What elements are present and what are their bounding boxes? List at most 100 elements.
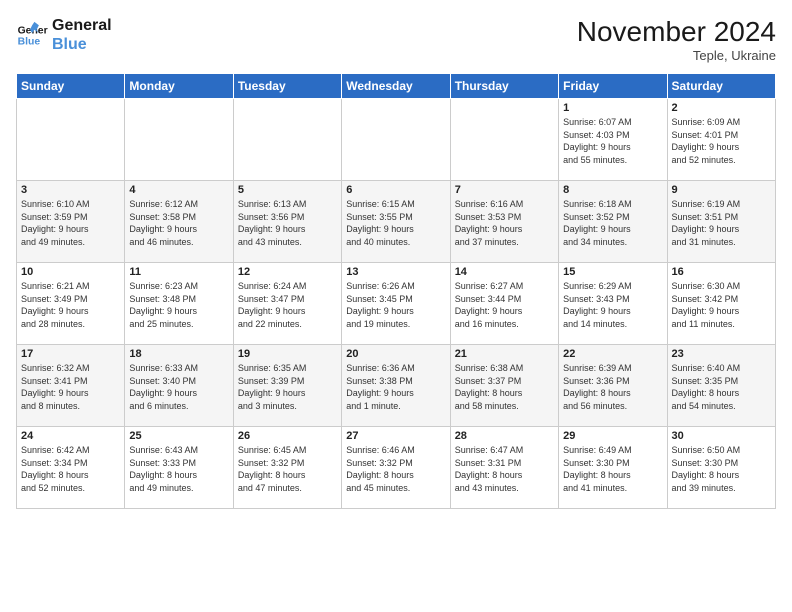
- col-friday: Friday: [559, 74, 667, 99]
- col-thursday: Thursday: [450, 74, 558, 99]
- day-number: 6: [346, 184, 445, 196]
- day-number: 21: [455, 348, 554, 360]
- day-info: Sunrise: 6:42 AM Sunset: 3:34 PM Dayligh…: [21, 444, 120, 494]
- day-number: 16: [672, 266, 771, 278]
- calendar-table: Sunday Monday Tuesday Wednesday Thursday…: [16, 73, 776, 509]
- table-row: 13 Sunrise: 6:26 AM Sunset: 3:45 PM Dayli…: [342, 263, 450, 345]
- day-info: Sunrise: 6:50 AM Sunset: 3:30 PM Dayligh…: [672, 444, 771, 494]
- day-number: 10: [21, 266, 120, 278]
- table-row: 5 Sunrise: 6:13 AM Sunset: 3:56 PM Daylig…: [233, 181, 341, 263]
- day-number: 29: [563, 430, 662, 442]
- col-saturday: Saturday: [667, 74, 775, 99]
- calendar-week-3: 10 Sunrise: 6:21 AM Sunset: 3:49 PM Dayli…: [17, 263, 776, 345]
- day-info: Sunrise: 6:45 AM Sunset: 3:32 PM Dayligh…: [238, 444, 337, 494]
- table-row: 29 Sunrise: 6:49 AM Sunset: 3:30 PM Dayli…: [559, 427, 667, 509]
- day-info: Sunrise: 6:13 AM Sunset: 3:56 PM Dayligh…: [238, 198, 337, 248]
- table-row: 30 Sunrise: 6:50 AM Sunset: 3:30 PM Dayli…: [667, 427, 775, 509]
- day-info: Sunrise: 6:07 AM Sunset: 4:03 PM Dayligh…: [563, 116, 662, 166]
- day-info: Sunrise: 6:33 AM Sunset: 3:40 PM Dayligh…: [129, 362, 228, 412]
- day-info: Sunrise: 6:23 AM Sunset: 3:48 PM Dayligh…: [129, 280, 228, 330]
- day-number: 24: [21, 430, 120, 442]
- day-number: 13: [346, 266, 445, 278]
- table-row: 26 Sunrise: 6:45 AM Sunset: 3:32 PM Dayli…: [233, 427, 341, 509]
- day-info: Sunrise: 6:09 AM Sunset: 4:01 PM Dayligh…: [672, 116, 771, 166]
- day-info: Sunrise: 6:47 AM Sunset: 3:31 PM Dayligh…: [455, 444, 554, 494]
- day-number: 22: [563, 348, 662, 360]
- day-number: 9: [672, 184, 771, 196]
- day-info: Sunrise: 6:27 AM Sunset: 3:44 PM Dayligh…: [455, 280, 554, 330]
- header: General Blue General Blue November 2024 …: [16, 16, 776, 63]
- table-row: 23 Sunrise: 6:40 AM Sunset: 3:35 PM Dayli…: [667, 345, 775, 427]
- table-row: 2 Sunrise: 6:09 AM Sunset: 4:01 PM Daylig…: [667, 99, 775, 181]
- day-number: 7: [455, 184, 554, 196]
- calendar-week-4: 17 Sunrise: 6:32 AM Sunset: 3:41 PM Dayli…: [17, 345, 776, 427]
- day-number: 27: [346, 430, 445, 442]
- table-row: 11Sunrise: 6:23 AM Sunset: 3:48 PM Dayli…: [125, 263, 233, 345]
- table-row: 16 Sunrise: 6:30 AM Sunset: 3:42 PM Dayli…: [667, 263, 775, 345]
- svg-text:Blue: Blue: [18, 37, 41, 48]
- table-row: [17, 99, 125, 181]
- day-info: Sunrise: 6:30 AM Sunset: 3:42 PM Dayligh…: [672, 280, 771, 330]
- table-row: 7 Sunrise: 6:16 AM Sunset: 3:53 PM Daylig…: [450, 181, 558, 263]
- table-row: [125, 99, 233, 181]
- table-row: 4Sunrise: 6:12 AM Sunset: 3:58 PM Daylig…: [125, 181, 233, 263]
- table-row: 9 Sunrise: 6:19 AM Sunset: 3:51 PM Daylig…: [667, 181, 775, 263]
- table-row: 8 Sunrise: 6:18 AM Sunset: 3:52 PM Daylig…: [559, 181, 667, 263]
- day-info: Sunrise: 6:19 AM Sunset: 3:51 PM Dayligh…: [672, 198, 771, 248]
- logo-icon: General Blue: [16, 19, 48, 51]
- day-number: 23: [672, 348, 771, 360]
- table-row: 24 Sunrise: 6:42 AM Sunset: 3:34 PM Dayli…: [17, 427, 125, 509]
- day-info: Sunrise: 6:15 AM Sunset: 3:55 PM Dayligh…: [346, 198, 445, 248]
- day-info: Sunrise: 6:49 AM Sunset: 3:30 PM Dayligh…: [563, 444, 662, 494]
- day-number: 15: [563, 266, 662, 278]
- calendar-week-2: 3Sunrise: 6:10 AM Sunset: 3:59 PM Daylig…: [17, 181, 776, 263]
- day-number: 1: [563, 102, 662, 114]
- day-number: 5: [238, 184, 337, 196]
- day-info: Sunrise: 6:18 AM Sunset: 3:52 PM Dayligh…: [563, 198, 662, 248]
- day-number: 18: [129, 348, 228, 360]
- day-info: Sunrise: 6:36 AM Sunset: 3:38 PM Dayligh…: [346, 362, 445, 412]
- title-block: November 2024 Teple, Ukraine: [577, 16, 776, 63]
- day-number: 26: [238, 430, 337, 442]
- table-row: [342, 99, 450, 181]
- table-row: [450, 99, 558, 181]
- day-info: Sunrise: 6:16 AM Sunset: 3:53 PM Dayligh…: [455, 198, 554, 248]
- table-row: 19 Sunrise: 6:35 AM Sunset: 3:39 PM Dayli…: [233, 345, 341, 427]
- day-info: Sunrise: 6:24 AM Sunset: 3:47 PM Dayligh…: [238, 280, 337, 330]
- day-number: 2: [672, 102, 771, 114]
- day-info: Sunrise: 6:21 AM Sunset: 3:49 PM Dayligh…: [21, 280, 120, 330]
- calendar-header-row: Sunday Monday Tuesday Wednesday Thursday…: [17, 74, 776, 99]
- calendar-week-1: 1 Sunrise: 6:07 AM Sunset: 4:03 PM Daylig…: [17, 99, 776, 181]
- day-info: Sunrise: 6:35 AM Sunset: 3:39 PM Dayligh…: [238, 362, 337, 412]
- day-number: 8: [563, 184, 662, 196]
- table-row: 20 Sunrise: 6:36 AM Sunset: 3:38 PM Dayli…: [342, 345, 450, 427]
- logo-general: General: [52, 16, 112, 35]
- day-number: 17: [21, 348, 120, 360]
- calendar-week-5: 24 Sunrise: 6:42 AM Sunset: 3:34 PM Dayli…: [17, 427, 776, 509]
- day-info: Sunrise: 6:32 AM Sunset: 3:41 PM Dayligh…: [21, 362, 120, 412]
- table-row: 27 Sunrise: 6:46 AM Sunset: 3:32 PM Dayli…: [342, 427, 450, 509]
- col-tuesday: Tuesday: [233, 74, 341, 99]
- table-row: 15Sunrise: 6:29 AM Sunset: 3:43 PM Dayli…: [559, 263, 667, 345]
- day-info: Sunrise: 6:46 AM Sunset: 3:32 PM Dayligh…: [346, 444, 445, 494]
- day-number: 28: [455, 430, 554, 442]
- day-number: 30: [672, 430, 771, 442]
- table-row: 25 Sunrise: 6:43 AM Sunset: 3:33 PM Dayli…: [125, 427, 233, 509]
- day-number: 19: [238, 348, 337, 360]
- location: Teple, Ukraine: [577, 48, 776, 63]
- day-info: Sunrise: 6:38 AM Sunset: 3:37 PM Dayligh…: [455, 362, 554, 412]
- table-row: 28 Sunrise: 6:47 AM Sunset: 3:31 PM Dayli…: [450, 427, 558, 509]
- day-info: Sunrise: 6:26 AM Sunset: 3:45 PM Dayligh…: [346, 280, 445, 330]
- day-info: Sunrise: 6:43 AM Sunset: 3:33 PM Dayligh…: [129, 444, 228, 494]
- day-number: 20: [346, 348, 445, 360]
- month-title: November 2024: [577, 16, 776, 48]
- day-info: Sunrise: 6:40 AM Sunset: 3:35 PM Dayligh…: [672, 362, 771, 412]
- table-row: 22Sunrise: 6:39 AM Sunset: 3:36 PM Dayli…: [559, 345, 667, 427]
- col-sunday: Sunday: [17, 74, 125, 99]
- day-number: 3: [21, 184, 120, 196]
- table-row: 10 Sunrise: 6:21 AM Sunset: 3:49 PM Dayli…: [17, 263, 125, 345]
- col-monday: Monday: [125, 74, 233, 99]
- table-row: 3Sunrise: 6:10 AM Sunset: 3:59 PM Daylig…: [17, 181, 125, 263]
- table-row: 12Sunrise: 6:24 AM Sunset: 3:47 PM Dayli…: [233, 263, 341, 345]
- day-number: 25: [129, 430, 228, 442]
